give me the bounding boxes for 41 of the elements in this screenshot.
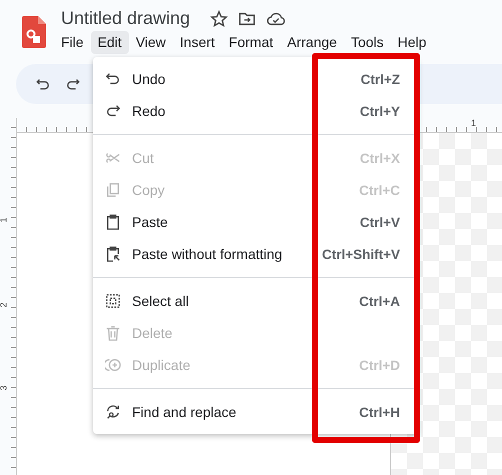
ruler-label: 2 [0, 302, 8, 308]
keyboard-shortcut: Ctrl+D [359, 358, 400, 372]
find-replace-icon [105, 404, 121, 420]
redo-icon [105, 103, 121, 119]
menu-bar-item[interactable]: Insert [172, 31, 222, 54]
menu-item[interactable]: Paste without formatting [93, 238, 311, 270]
keyboard-shortcut: Ctrl+C [359, 182, 400, 198]
menu-bar-item[interactable]: File [54, 31, 91, 54]
menu-item[interactable]: Redo [93, 95, 311, 127]
duplicate-icon [105, 357, 121, 373]
keyboard-shortcut: Ctrl+V [360, 214, 400, 230]
star-icon[interactable] [210, 10, 228, 28]
keyboard-shortcut: Ctrl+Z [360, 72, 400, 86]
ruler-label: 1 [471, 118, 476, 128]
menu-item[interactable]: Undo [93, 63, 311, 95]
copy-icon [105, 182, 121, 198]
keyboard-shortcut: Ctrl+X [360, 150, 400, 166]
keyboard-shortcut: Ctrl+Shift+V [322, 246, 400, 262]
menu-item[interactable]: Select all [93, 285, 311, 317]
menu-item[interactable]: Find and replace [93, 396, 311, 428]
keyboard-shortcut: Ctrl+H [359, 404, 400, 420]
document-title[interactable]: Untitled drawing [61, 8, 190, 29]
trash-icon [105, 325, 121, 341]
undo-icon[interactable] [36, 77, 50, 91]
redo-icon[interactable] [66, 77, 80, 91]
undo-icon [105, 71, 121, 87]
scissors-icon [105, 150, 121, 166]
menu-bar-item[interactable]: Format [222, 31, 280, 54]
ruler-label: 3 [0, 386, 8, 390]
keyboard-shortcut: Ctrl+Y [360, 104, 400, 118]
menu-item[interactable]: Paste [93, 206, 311, 238]
menu-bar-item[interactable]: Arrange [280, 31, 344, 54]
drawing-app-logo-icon[interactable] [22, 16, 46, 48]
menu-bar-item[interactable]: Help [390, 31, 434, 54]
clipboard-cursor-icon [105, 246, 121, 262]
ruler-label: 1 [0, 218, 8, 222]
clipboard-icon [105, 214, 121, 230]
menu-bar-item[interactable]: Tools [344, 31, 391, 54]
menu-bar-item[interactable]: View [128, 31, 173, 54]
menu-bar-item[interactable]: Edit [90, 31, 129, 54]
keyboard-shortcut: Ctrl+A [359, 294, 400, 308]
